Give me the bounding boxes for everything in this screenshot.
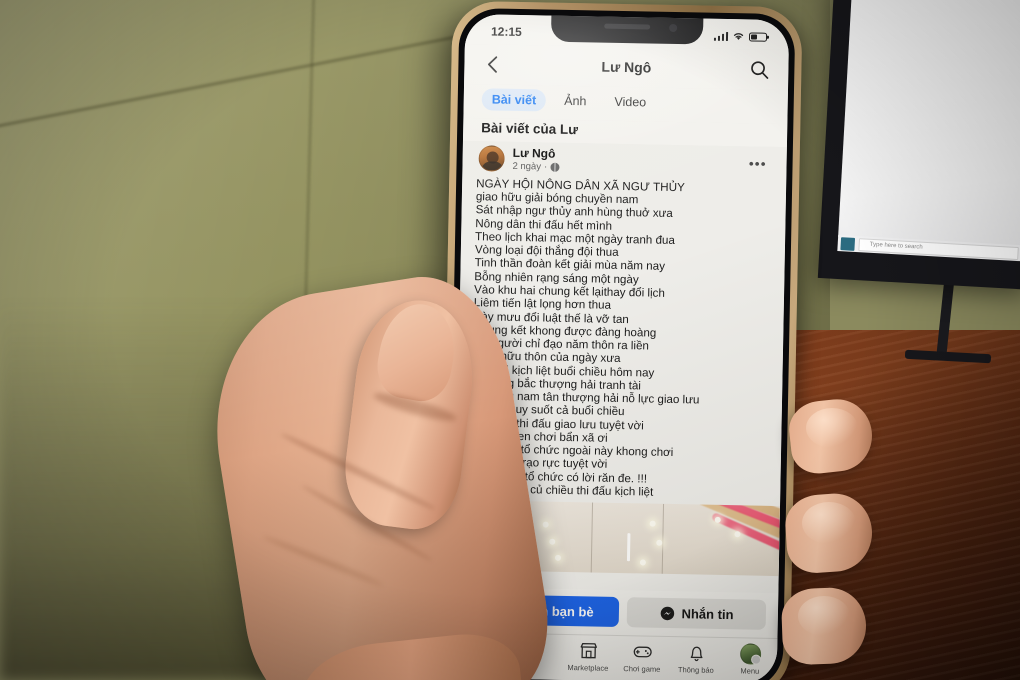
- status-icons: [713, 31, 768, 42]
- nav-menu-label: Menu: [740, 666, 760, 676]
- front-camera: [669, 23, 678, 33]
- bell-icon: [690, 646, 702, 662]
- earpiece-speaker: [604, 23, 651, 30]
- add-friend-label: Thêm bạn bè: [513, 602, 594, 620]
- post-photo[interactable]: [454, 500, 781, 577]
- post-dot-separator: ·: [543, 161, 548, 173]
- message-label: Nhắn tin: [681, 605, 734, 622]
- wall-shadow: [0, 300, 470, 680]
- nav-marketplace[interactable]: Marketplace: [561, 640, 616, 673]
- video-icon: [525, 642, 543, 658]
- marketplace-icon: [580, 642, 597, 659]
- page-title: Lư Ngô: [601, 58, 652, 76]
- tab-video[interactable]: Video: [604, 91, 656, 114]
- post-meta: Lư Ngô 2 ngày ·: [512, 146, 741, 177]
- windows-start-icon[interactable]: [840, 236, 856, 251]
- nav-notifications-label: Thông báo: [677, 665, 714, 675]
- more-options-icon[interactable]: •••: [749, 156, 771, 172]
- phone-screen: 12:15 Lư Ngô Bài viết Ảnh Video Bài viết…: [452, 13, 790, 680]
- battery-icon: [748, 31, 768, 42]
- nav-gaming[interactable]: Chơi game: [615, 641, 670, 674]
- tab-bai-viet[interactable]: Bài viết: [481, 88, 547, 112]
- nav-gaming-label: Chơi game: [623, 664, 661, 674]
- post-feed[interactable]: Lư Ngô 2 ngày · ••• NGÀY HỘI NÔNG DÂN XÃ…: [454, 140, 787, 594]
- nav-notifications[interactable]: Thông báo: [669, 642, 724, 675]
- nav-menu[interactable]: Menu: [723, 643, 778, 676]
- messenger-icon: [660, 606, 674, 620]
- home-icon: [472, 641, 489, 656]
- add-friend-button[interactable]: Thêm bạn bè: [465, 594, 620, 628]
- monitor-screen: [838, 0, 1020, 248]
- signal-bars-icon: [713, 31, 729, 41]
- bottom-navigation: Marketplace Chơi game Thông báo Menu: [452, 631, 778, 680]
- tab-anh[interactable]: Ảnh: [554, 90, 597, 113]
- message-button[interactable]: Nhắn tin: [626, 597, 767, 630]
- post-text: NGÀY HỘI NÔNG DÂN XÃ NGƯ THỦY giao hữu g…: [456, 174, 786, 504]
- photo-scene: Type here to search 12:15 Lư Ngô Bài viế…: [0, 0, 1020, 680]
- phone-bezel: 12:15 Lư Ngô Bài viết Ảnh Video Bài viết…: [446, 7, 796, 680]
- post-time: 2 ngày: [512, 160, 542, 173]
- wifi-icon: [733, 33, 744, 40]
- chevron-left-icon[interactable]: [482, 53, 504, 75]
- nav-marketplace-label: Marketplace: [567, 663, 609, 673]
- status-time: 12:15: [490, 24, 522, 40]
- gamepad-icon: [633, 646, 652, 658]
- phone-notch: [550, 13, 704, 45]
- nav-video[interactable]: [507, 639, 561, 663]
- menu-avatar-icon: [739, 643, 761, 665]
- avatar[interactable]: [478, 145, 505, 173]
- app-header: Lư Ngô: [464, 43, 789, 91]
- globe-icon: [550, 163, 560, 173]
- active-tab-indicator: [467, 632, 522, 636]
- desktop-monitor: Type here to search: [817, 0, 1020, 290]
- search-icon[interactable]: [748, 58, 770, 80]
- nav-home[interactable]: [453, 638, 507, 662]
- add-friend-icon: [492, 604, 506, 615]
- profile-action-buttons: Thêm bạn bè Nhắn tin: [453, 586, 779, 639]
- phone-device: 12:15 Lư Ngô Bài viết Ảnh Video Bài viết…: [439, 0, 803, 680]
